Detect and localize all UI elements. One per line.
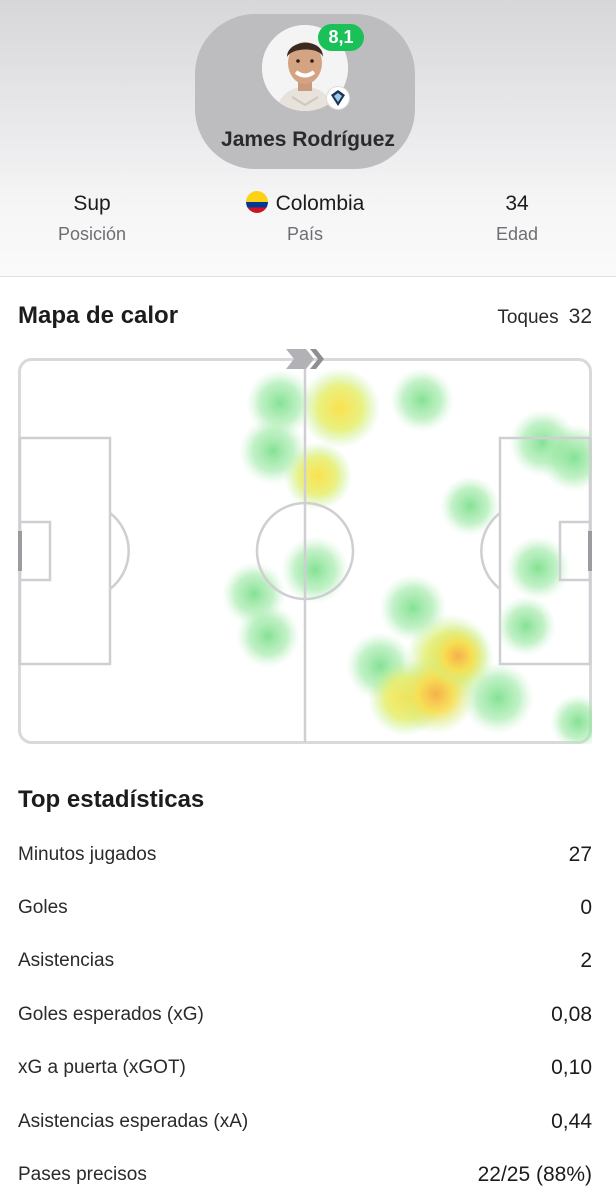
player-header: 8,1 James Rodríguez Sup Posición Colombi… [0,0,616,277]
age-info: 34 Edad [427,190,607,245]
stat-value: 0 [580,896,592,919]
stat-label: Goles [18,897,68,918]
top-stats-title: Top estadísticas [18,786,205,813]
stat-row: Asistencias 2 [18,946,592,976]
stat-value: 0,44 [551,1110,592,1133]
stat-value: 27 [568,843,592,866]
stat-row: Goles esperados (xG) 0,08 [18,1000,592,1030]
stat-value: 2 [580,949,592,972]
stat-row: xG a puerta (xGOT) 0,10 [18,1053,592,1083]
stat-label: Goles esperados (xG) [18,1004,204,1025]
club-badge-icon [326,86,350,110]
colombia-flag-icon [245,191,268,213]
stat-value: 0,10 [551,1056,592,1079]
right-goal-marker [588,531,592,571]
country-label: País [286,224,324,244]
country-value: Colombia [275,192,365,215]
stat-label: Minutos jugados [18,844,157,865]
touches-label: Toques [497,307,559,328]
stat-label: Asistencias [18,950,115,971]
stat-label: Pases precisos [18,1164,147,1185]
attack-direction-arrow-icon [286,349,324,369]
touches-value: 32 [568,305,592,328]
left-goal-marker [18,531,22,571]
stat-row: Goles 0 [18,893,592,923]
position-label: Posición [57,224,127,244]
age-value: 34 [505,192,529,215]
stat-row: Minutos jugados 27 [18,840,592,870]
heatmap-pitch [18,358,592,744]
touches-count: Toques 32 [497,305,592,329]
stat-label: xG a puerta (xGOT) [18,1057,186,1078]
stat-row: Asistencias esperadas (xA) 0,44 [18,1107,592,1137]
stat-row: Pases precisos 22/25 (88%) [18,1160,592,1190]
player-name: James Rodríguez [221,128,395,151]
stat-value: 0,08 [551,1003,592,1026]
age-label: Edad [495,224,539,244]
position-info: Sup Posición [2,190,182,245]
player-rating-badge: 8,1 [318,24,364,51]
position-value: Sup [73,192,111,215]
heatmap-title: Mapa de calor [18,302,179,329]
stat-value: 22/25 (88%) [477,1163,592,1186]
country-info[interactable]: Colombia País [215,190,395,245]
stat-label: Asistencias esperadas (xA) [18,1111,249,1132]
